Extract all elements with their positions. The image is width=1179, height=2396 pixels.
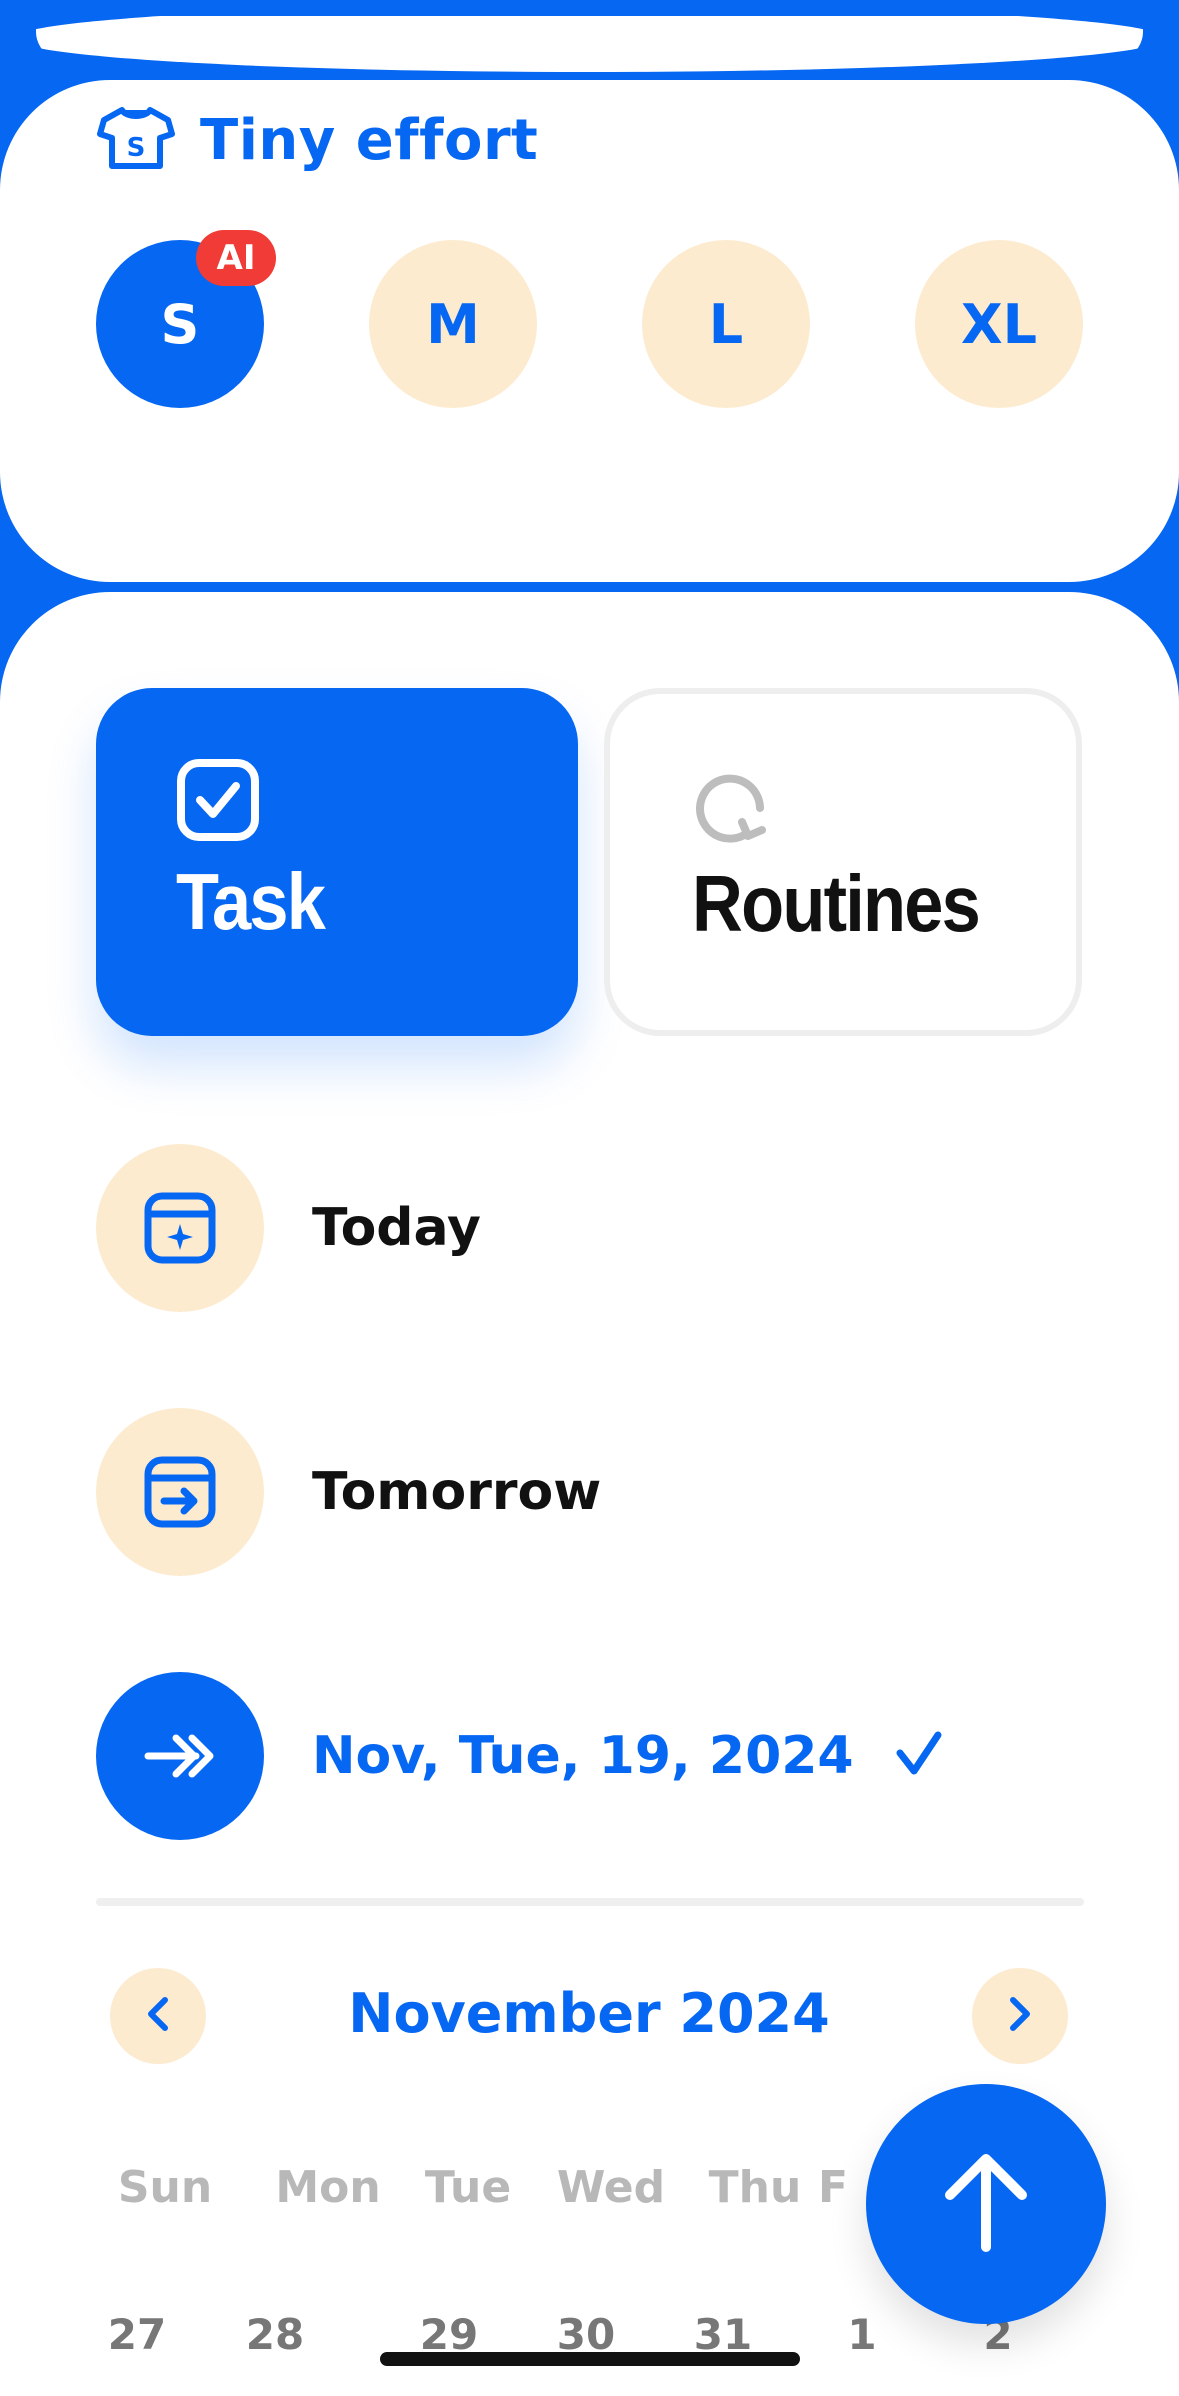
svg-text:S: S [127,133,146,163]
arrow-up-icon [938,2147,1034,2261]
double-arrow-right-icon [96,1672,264,1840]
effort-title: Tiny effort [200,107,539,173]
weekday-label: Tue [424,2162,512,2213]
weekday-label: Thu [708,2162,802,2213]
routines-label: Routines [692,859,981,948]
top-sheet-edge [36,16,1143,72]
size-xl-button[interactable]: XL [915,240,1083,408]
size-s-label: S [160,292,200,356]
calendar-arrow-icon [96,1408,264,1576]
tshirt-icon: S [96,104,176,176]
chevron-right-icon [1005,1994,1035,2038]
calendar-day[interactable]: 28 [225,2310,325,2359]
task-label: Task [176,857,326,946]
checkmark-icon [894,1729,944,1783]
size-m-button[interactable]: M [369,240,537,408]
ai-badge: AI [196,230,276,286]
size-l-button[interactable]: L [642,240,810,408]
option-selected-date[interactable]: Nov, Tue, 19, 2024 [96,1672,944,1840]
repeat-icon [690,764,774,852]
option-today-label: Today [312,1198,481,1258]
weekday-label: Sun [117,2162,213,2213]
month-title: November 2024 [348,1982,830,2045]
checkbox-icon [176,758,260,846]
size-m-label: M [426,292,480,356]
weekday-label: Wed [556,2162,666,2213]
option-tomorrow-label: Tomorrow [312,1462,602,1522]
size-xl-label: XL [960,292,1038,356]
task-tab[interactable]: Task [96,688,578,1036]
submit-button[interactable] [866,2084,1106,2324]
size-l-label: L [708,292,744,356]
weekday-label: Mon [275,2162,381,2213]
divider [96,1898,1084,1906]
next-month-button[interactable] [972,1968,1068,2064]
calendar-header: November 2024 [110,1968,1068,2064]
calendar-day[interactable]: 27 [87,2310,187,2359]
home-indicator [380,2352,800,2366]
option-tomorrow[interactable]: Tomorrow [96,1408,601,1576]
routines-tab[interactable]: Routines [604,688,1082,1036]
effort-header: S Tiny effort [96,104,538,176]
calendar-day[interactable]: 1 [812,2310,912,2359]
size-s-button[interactable]: S AI [96,230,276,408]
calendar-star-icon [96,1144,264,1312]
weekday-label: F [817,2162,849,2213]
effort-size-selector: S AI M L XL [96,230,1084,410]
selected-date-label: Nov, Tue, 19, 2024 [312,1726,854,1786]
option-today[interactable]: Today [96,1144,481,1312]
